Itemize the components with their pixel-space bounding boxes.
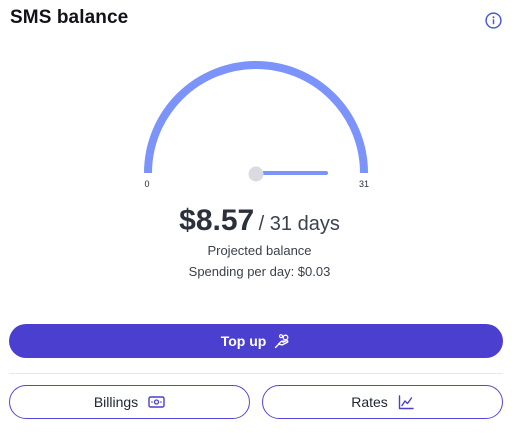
divider: [9, 373, 503, 374]
projected-balance-label: Projected balance: [207, 243, 312, 258]
billings-label: Billings: [93, 394, 139, 410]
line-chart-icon: [398, 394, 414, 410]
gauge-arc: [144, 61, 368, 174]
balance-period: / 31 days: [258, 213, 340, 235]
rates-button[interactable]: Rates: [262, 385, 503, 419]
gauge-max-label: 31: [359, 179, 369, 189]
balance-amount: $8.57: [179, 204, 255, 237]
gauge-min-label: 0: [144, 179, 149, 189]
banknote-icon: [148, 396, 165, 408]
projected-amount: $8.57 / 31 days: [0, 204, 519, 238]
spending-per-day: Spending per day: $0.03: [188, 264, 331, 279]
hand-coins-icon: [274, 333, 291, 349]
top-up-label: Top up: [220, 333, 267, 349]
balance-gauge: 0 31: [144, 61, 369, 189]
gauge-hub: [248, 166, 264, 182]
rates-label: Rates: [351, 394, 388, 410]
billings-button[interactable]: Billings: [9, 385, 250, 419]
top-up-button[interactable]: Top up: [9, 324, 503, 358]
sms-balance-card: SMS balance 0 31 $8.57 / 31 days Project…: [0, 0, 519, 433]
